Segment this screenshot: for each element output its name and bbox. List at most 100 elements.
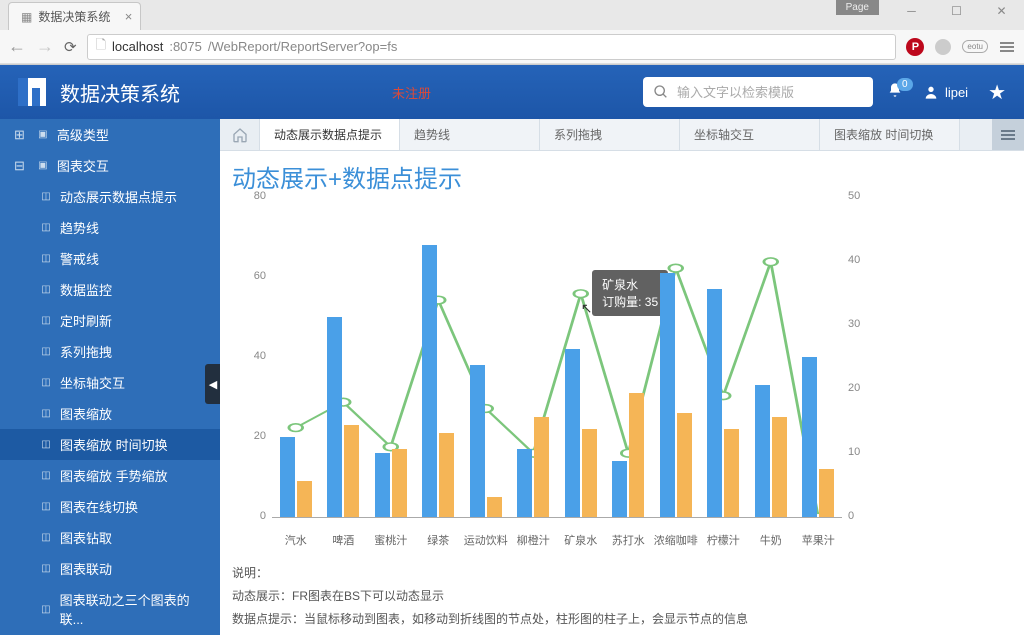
y-tick: 50 xyxy=(848,190,860,202)
register-link[interactable]: 未注册 xyxy=(392,83,431,102)
content-tab[interactable]: 图表缩放 时间切换 xyxy=(820,119,960,150)
sidebar-item[interactable]: 坐标轴交互 xyxy=(0,367,220,398)
bar-reorder[interactable] xyxy=(439,433,454,517)
sidebar-item[interactable]: 图表缩放 xyxy=(0,398,220,429)
sidebar-item[interactable]: 警戒线 xyxy=(0,243,220,274)
bar-stock[interactable] xyxy=(565,349,580,517)
folder-icon xyxy=(37,160,49,172)
sidebar-item[interactable]: 图表联动 xyxy=(0,553,220,584)
notifications-button[interactable]: 0 xyxy=(887,82,903,103)
favorite-icon[interactable]: ★ xyxy=(988,80,1006,105)
bar-stock[interactable] xyxy=(422,245,437,517)
extension-icon[interactable] xyxy=(934,38,952,56)
sidebar-item[interactable]: 图表在线切换 xyxy=(0,491,220,522)
bar-stock[interactable] xyxy=(517,449,532,517)
minimize-button[interactable]: ─ xyxy=(889,0,934,22)
browser-chrome: Page ─ ☐ ✕ ▦ 数据决策系统 × ← → ⟳ 🗋 localhost:… xyxy=(0,0,1024,65)
bar-stock[interactable] xyxy=(280,437,295,517)
x-label: 柳橙汁 xyxy=(510,532,558,548)
bar-reorder[interactable] xyxy=(629,393,644,517)
reload-button[interactable]: ⟳ xyxy=(64,38,77,56)
tab-overflow-menu[interactable] xyxy=(992,119,1024,150)
browser-menu-icon[interactable] xyxy=(998,38,1016,56)
content-tab[interactable]: 坐标轴交互 xyxy=(680,119,820,150)
user-menu[interactable]: lipei xyxy=(923,84,968,100)
x-label: 汽水 xyxy=(272,532,320,548)
bar-group[interactable] xyxy=(375,449,407,517)
sidebar-item[interactable]: 图表缩放 手势缩放 xyxy=(0,460,220,491)
bar-group[interactable] xyxy=(327,317,359,517)
bar-group[interactable] xyxy=(470,365,502,517)
bar-group[interactable] xyxy=(707,289,739,517)
bar-stock[interactable] xyxy=(375,453,390,517)
folder-icon xyxy=(37,129,49,141)
note-label: 说明： xyxy=(232,562,1012,585)
chart-icon xyxy=(40,470,52,482)
sidebar-item[interactable]: 数据监控 xyxy=(0,274,220,305)
bar-reorder[interactable] xyxy=(724,429,739,517)
y-axis-left: 020406080 xyxy=(232,198,272,528)
y-tick: 10 xyxy=(848,446,860,458)
bar-group[interactable] xyxy=(660,273,692,517)
content-tab[interactable]: 趋势线 xyxy=(400,119,540,150)
chart-plot: 矿泉水 订购量: 35 ↖ xyxy=(272,198,842,518)
bar-group[interactable] xyxy=(517,417,549,517)
note-line: 数据点提示：当鼠标移动到图表，如移动到折线图的节点处，柱形图的柱子上，会显示节点… xyxy=(232,608,1012,631)
sidebar-group-chart-interact[interactable]: 图表交互 xyxy=(0,150,220,181)
sidebar-item[interactable]: 图表钻取 xyxy=(0,522,220,553)
sidebar-collapse-handle[interactable]: ◀ xyxy=(205,364,220,404)
bar-reorder[interactable] xyxy=(819,469,834,517)
bar-stock[interactable] xyxy=(755,385,770,517)
chart[interactable]: 020406080 矿泉水 订购量: 35 ↖ 01020304050 xyxy=(232,198,882,528)
sidebar-item[interactable]: 图表缩放 时间切换 xyxy=(0,429,220,460)
bar-stock[interactable] xyxy=(470,365,485,517)
sidebar-item[interactable]: 动态展示数据点提示 xyxy=(0,181,220,212)
bar-reorder[interactable] xyxy=(487,497,502,517)
content-tab[interactable]: 系列拖拽 xyxy=(540,119,680,150)
x-label: 运动饮料 xyxy=(462,532,510,548)
close-window-button[interactable]: ✕ xyxy=(979,0,1024,22)
home-tab[interactable] xyxy=(220,119,260,150)
username: lipei xyxy=(945,85,968,100)
bar-reorder[interactable] xyxy=(344,425,359,517)
bar-group[interactable] xyxy=(280,437,312,517)
browser-tab[interactable]: ▦ 数据决策系统 × xyxy=(8,2,141,30)
bar-group[interactable] xyxy=(422,245,454,517)
close-tab-icon[interactable]: × xyxy=(125,9,133,24)
bar-stock[interactable] xyxy=(327,317,342,517)
bar-reorder[interactable] xyxy=(392,449,407,517)
sidebar-group-advanced[interactable]: 高级类型 xyxy=(0,119,220,150)
sidebar-item[interactable]: 趋势线 xyxy=(0,212,220,243)
bar-reorder[interactable] xyxy=(534,417,549,517)
cursor-icon: ↖ xyxy=(581,300,593,317)
content-tab[interactable]: 动态展示数据点提示 xyxy=(260,119,400,150)
bar-reorder[interactable] xyxy=(677,413,692,517)
forward-button[interactable]: → xyxy=(36,36,54,57)
maximize-button[interactable]: ☐ xyxy=(934,0,979,22)
tooltip-value: 订购量: 35 xyxy=(602,293,658,310)
bar-reorder[interactable] xyxy=(297,481,312,517)
bar-group[interactable] xyxy=(612,393,644,517)
chart-tooltip: 矿泉水 订购量: 35 xyxy=(592,270,668,316)
bar-stock[interactable] xyxy=(612,461,627,517)
sidebar-item[interactable]: 图表联动之三个图表的联... xyxy=(0,584,220,634)
bar-reorder[interactable] xyxy=(582,429,597,517)
bar-stock[interactable] xyxy=(707,289,722,517)
sidebar-item-label: 图表钻取 xyxy=(60,528,112,547)
sidebar-item[interactable]: 系列拖拽 xyxy=(0,336,220,367)
home-icon xyxy=(232,127,248,143)
eotu-icon[interactable]: eotu xyxy=(962,40,988,53)
pinterest-icon[interactable]: P xyxy=(906,38,924,56)
search-box[interactable] xyxy=(643,77,873,107)
bar-stock[interactable] xyxy=(660,273,675,517)
bar-reorder[interactable] xyxy=(772,417,787,517)
bar-stock[interactable] xyxy=(802,357,817,517)
menu-icon xyxy=(1001,130,1015,140)
search-input[interactable] xyxy=(677,85,863,100)
bar-group[interactable] xyxy=(755,385,787,517)
sidebar-item[interactable]: 定时刷新 xyxy=(0,305,220,336)
bar-group[interactable] xyxy=(565,349,597,517)
bar-group[interactable] xyxy=(802,357,834,517)
address-bar[interactable]: 🗋 localhost:8075/WebReport/ReportServer?… xyxy=(87,34,897,60)
back-button[interactable]: ← xyxy=(8,36,26,57)
